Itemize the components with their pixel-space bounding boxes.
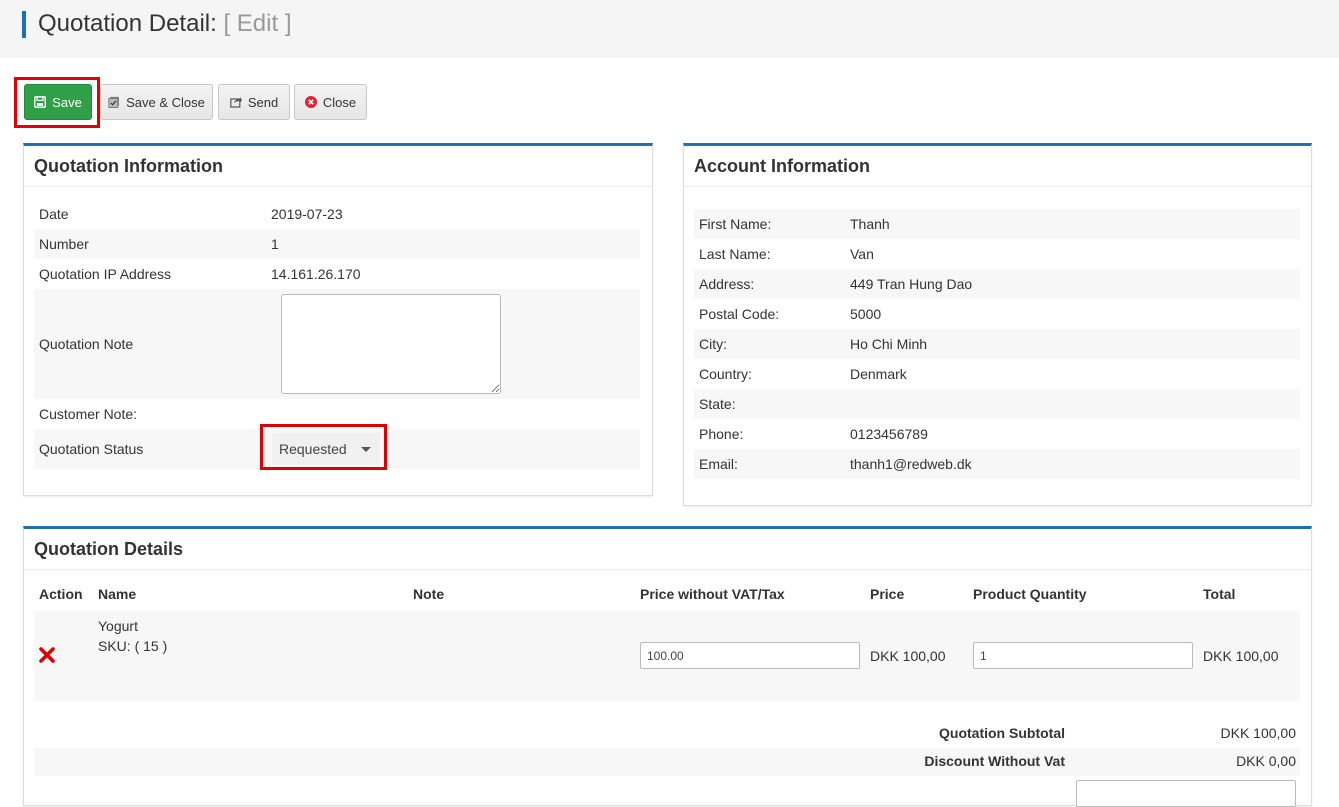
- panel-divider: [684, 186, 1311, 187]
- save-button[interactable]: Save: [24, 84, 92, 120]
- city-label: City:: [699, 336, 727, 352]
- customer-note-label: Customer Note:: [39, 406, 138, 422]
- last-name-label: Last Name:: [699, 246, 771, 262]
- account-row: Country: Denmark: [694, 359, 1300, 389]
- discount-input[interactable]: [1076, 780, 1296, 807]
- send-button-label: Send: [247, 94, 279, 110]
- summary-row-subtotal: Quotation Subtotal DKK 100,00: [34, 720, 1300, 748]
- account-info-panel: Account Information First Name: Thanh La…: [683, 143, 1312, 506]
- panel-divider: [24, 569, 1311, 570]
- quotation-number-row: Number 1: [34, 229, 640, 259]
- send-button[interactable]: Send: [218, 84, 290, 120]
- quotation-ip-row: Quotation IP Address 14.161.26.170: [34, 259, 640, 289]
- quotation-details-panel: Quotation Details Action Name Note Price…: [23, 526, 1312, 807]
- email-label: Email:: [699, 456, 738, 472]
- close-circle-icon: [304, 96, 317, 108]
- account-row: Address: 449 Tran Hung Dao: [694, 269, 1300, 299]
- product-total: DKK 100,00: [1203, 648, 1279, 664]
- first-name-value: Thanh: [850, 216, 890, 232]
- chevron-down-icon: [360, 446, 371, 452]
- subtotal-value: DKK 100,00: [1220, 725, 1297, 741]
- close-button[interactable]: Close: [294, 84, 367, 120]
- quotation-note-row: Quotation Note: [34, 289, 640, 399]
- price-without-vat-input[interactable]: [640, 642, 860, 669]
- save-close-icon: [108, 96, 120, 108]
- ip-address-value: 14.161.26.170: [271, 266, 361, 282]
- quotation-status-label: Quotation Status: [39, 441, 144, 457]
- product-sku: SKU: ( 15 ): [98, 638, 168, 654]
- column-header-action: Action: [39, 586, 83, 602]
- address-value: 449 Tran Hung Dao: [850, 276, 973, 292]
- state-label: State:: [699, 396, 736, 412]
- quotation-status-select[interactable]: Requested: [272, 433, 380, 465]
- remove-x-icon[interactable]: [38, 646, 56, 664]
- account-row: First Name: Thanh: [694, 209, 1300, 239]
- postal-code-label: Postal Code:: [699, 306, 780, 322]
- table-row: Yogurt SKU: ( 15 ) DKK 100,00 DKK 100,00: [34, 611, 1300, 701]
- country-value: Denmark: [850, 366, 907, 382]
- save-close-button-label: Save & Close: [126, 94, 205, 110]
- column-header-price: Price: [870, 586, 905, 602]
- save-button-label: Save: [52, 94, 82, 110]
- date-value: 2019-07-23: [271, 206, 343, 222]
- page-title: Quotation Detail: [ Edit ]: [38, 10, 291, 38]
- quotation-date-row: Date 2019-07-23: [34, 199, 640, 229]
- subtotal-label: Quotation Subtotal: [939, 725, 1065, 741]
- first-name-label: First Name:: [699, 216, 772, 232]
- city-value: Ho Chi Minh: [850, 336, 928, 352]
- quantity-input[interactable]: [973, 642, 1193, 669]
- quotation-status-value: Requested: [279, 441, 347, 457]
- quotation-note-textarea[interactable]: [281, 294, 501, 394]
- column-header-price-without-vat: Price without VAT/Tax: [640, 586, 785, 602]
- quotation-info-panel: Quotation Information Date 2019-07-23 Nu…: [23, 143, 653, 496]
- account-row: Phone: 0123456789: [694, 419, 1300, 449]
- country-label: Country:: [699, 366, 752, 382]
- customer-note-row: Customer Note:: [34, 399, 640, 429]
- last-name-value: Van: [850, 246, 874, 262]
- date-label: Date: [39, 206, 69, 222]
- account-row: State:: [694, 389, 1300, 419]
- phone-label: Phone:: [699, 426, 744, 442]
- column-header-quantity: Product Quantity: [973, 586, 1087, 602]
- account-info-title: Account Information: [694, 156, 870, 176]
- header-accent-bar: [22, 11, 26, 38]
- number-value: 1: [271, 236, 279, 252]
- quotation-note-label: Quotation Note: [39, 336, 134, 352]
- product-price: DKK 100,00: [870, 648, 946, 664]
- account-row: Postal Code: 5000: [694, 299, 1300, 329]
- panel-divider: [24, 186, 652, 187]
- quotation-details-title: Quotation Details: [34, 539, 184, 559]
- page-title-text: Quotation Detail:: [38, 10, 217, 37]
- account-row: City: Ho Chi Minh: [694, 329, 1300, 359]
- column-header-note: Note: [413, 586, 445, 602]
- page-title-mode: [ Edit ]: [223, 10, 292, 37]
- discount-value: DKK 0,00: [1236, 753, 1296, 769]
- summary-row-discount: Discount Without Vat DKK 0,00: [34, 748, 1300, 776]
- account-row: Last Name: Van: [694, 239, 1300, 269]
- close-button-label: Close: [322, 94, 357, 110]
- quotation-info-title: Quotation Information: [34, 156, 223, 176]
- column-header-name: Name: [98, 586, 137, 602]
- floppy-disk-icon: [34, 96, 47, 108]
- address-label: Address:: [699, 276, 755, 292]
- share-icon: [230, 96, 242, 108]
- account-row: Email: thanh1@redweb.dk: [694, 449, 1300, 479]
- column-header-total: Total: [1203, 586, 1236, 602]
- postal-code-value: 5000: [850, 306, 882, 322]
- number-label: Number: [39, 236, 89, 252]
- email-value: thanh1@redweb.dk: [850, 456, 972, 472]
- save-close-button[interactable]: Save & Close: [100, 84, 213, 120]
- discount-label: Discount Without Vat: [924, 753, 1065, 769]
- ip-address-label: Quotation IP Address: [39, 266, 172, 282]
- product-name: Yogurt: [98, 618, 138, 634]
- phone-value: 0123456789: [850, 426, 928, 442]
- page-header: Quotation Detail: [ Edit ]: [0, 0, 1339, 58]
- quotation-status-row: Quotation Status Requested: [34, 429, 640, 469]
